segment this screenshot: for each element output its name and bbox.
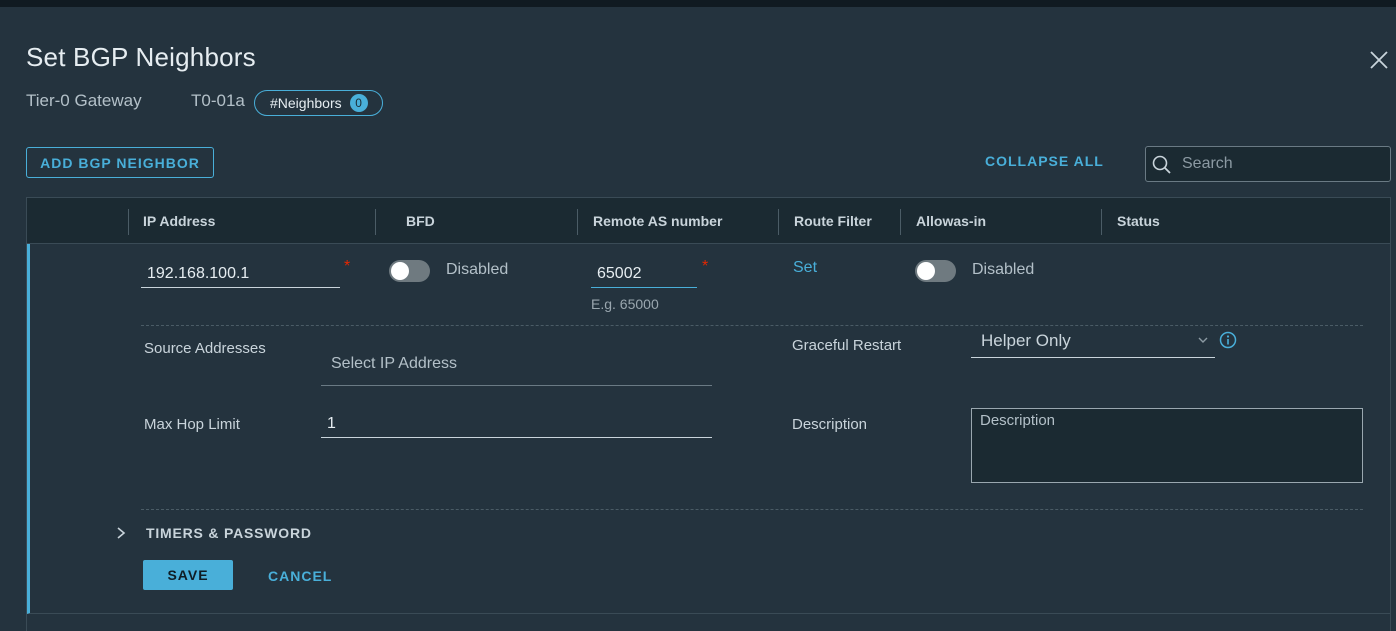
gateway-name: T0-01a: [191, 91, 245, 110]
info-icon[interactable]: [1219, 331, 1237, 349]
search-input[interactable]: [1182, 155, 1382, 173]
max-hop-limit-label: Max Hop Limit: [144, 416, 240, 433]
ip-address-input[interactable]: [141, 260, 340, 288]
grid-header: IP Address BFD Remote AS number Route Fi…: [27, 198, 1390, 244]
timers-password-toggle[interactable]: TIMERS & PASSWORD: [146, 525, 312, 541]
column-remote-as: Remote AS number: [593, 213, 723, 229]
route-filter-set-link[interactable]: Set: [793, 259, 817, 277]
bfd-toggle[interactable]: [389, 260, 430, 282]
required-marker: *: [344, 258, 351, 275]
cancel-button[interactable]: CANCEL: [268, 568, 332, 584]
column-ip-address: IP Address: [143, 213, 216, 229]
add-bgp-neighbor-button[interactable]: ADD BGP NEIGHBOR: [26, 147, 214, 178]
description-textarea[interactable]: [971, 408, 1363, 483]
column-status: Status: [1117, 213, 1160, 229]
bgp-neighbors-dialog: Set BGP Neighbors Tier-0 Gateway T0-01a …: [0, 7, 1396, 631]
column-separator: [128, 209, 129, 235]
search-box: [1145, 146, 1391, 182]
column-separator: [1101, 209, 1102, 235]
column-route-filter: Route Filter: [794, 213, 872, 229]
column-separator: [900, 209, 901, 235]
description-label: Description: [792, 416, 868, 433]
remote-as-hint: E.g. 65000: [591, 296, 659, 312]
dialog-title: Set BGP Neighbors: [26, 42, 256, 72]
allowas-in-state-label: Disabled: [972, 261, 1035, 278]
source-addresses-select[interactable]: Select IP Address: [321, 346, 712, 386]
column-separator: [778, 209, 779, 235]
column-allowas-in: Allowas-in: [916, 213, 987, 229]
column-separator: [375, 209, 376, 235]
neighbors-count: 0: [349, 94, 368, 112]
chevron-right-icon[interactable]: [115, 526, 127, 540]
neighbors-grid: IP Address BFD Remote AS number Route Fi…: [26, 197, 1391, 631]
gateway-type-label: Tier-0 Gateway: [26, 91, 142, 110]
neighbors-count-badge: #Neighbors 0: [254, 90, 383, 116]
source-addresses-label: Source Addresses: [144, 340, 266, 357]
top-bar: [0, 0, 1396, 7]
neighbor-row: * Disabled * E.g. 65000 Set Disabled Sou…: [27, 244, 1390, 614]
neighbors-badge-label: #Neighbors: [270, 95, 342, 111]
search-icon: [1152, 155, 1171, 174]
section-divider: [141, 509, 1363, 510]
close-icon[interactable]: [1368, 49, 1390, 71]
column-separator: [577, 209, 578, 235]
graceful-restart-select[interactable]: Helper Only: [971, 324, 1215, 358]
graceful-restart-label: Graceful Restart: [792, 337, 902, 354]
bfd-state-label: Disabled: [446, 261, 509, 278]
save-button[interactable]: SAVE: [143, 560, 233, 590]
allowas-in-toggle[interactable]: [915, 260, 956, 282]
chevron-down-icon: [1198, 337, 1208, 343]
required-marker: *: [702, 258, 709, 275]
remote-as-input[interactable]: [591, 260, 697, 288]
source-addresses-placeholder: Select IP Address: [331, 355, 457, 372]
column-bfd: BFD: [406, 213, 435, 229]
collapse-all-link[interactable]: COLLAPSE ALL: [985, 153, 1104, 169]
graceful-restart-value: Helper Only: [981, 330, 1071, 350]
max-hop-limit-input[interactable]: [321, 410, 712, 438]
